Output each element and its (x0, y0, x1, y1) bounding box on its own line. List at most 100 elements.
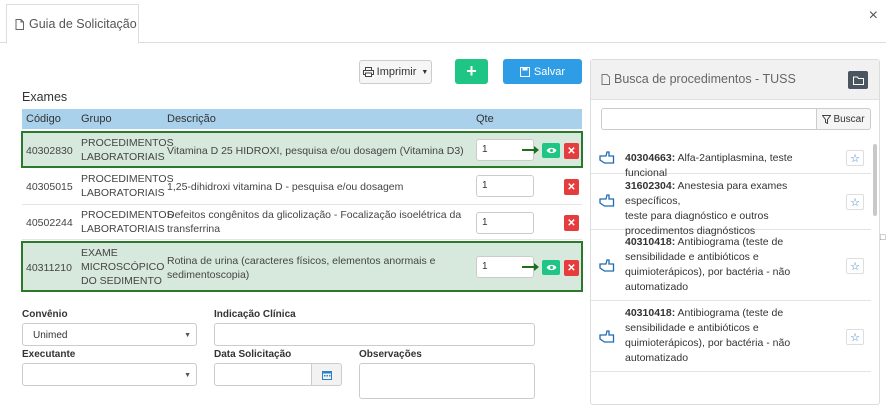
caret-down-icon: ▼ (184, 332, 191, 339)
data-solicitacao-input[interactable] (214, 363, 312, 386)
print-label: Imprimir (376, 66, 417, 78)
exam-description: 1,25-dihidroxi vitamina D - pesquisa e/o… (167, 181, 404, 193)
printer-icon (362, 67, 374, 77)
add-exam-button[interactable]: + (455, 59, 488, 84)
tab-guia-solicitacao[interactable]: Guia de Solicitação (6, 4, 139, 44)
eye-icon (546, 147, 556, 154)
qty-input[interactable]: 1 (476, 212, 534, 234)
arrow-right-icon (522, 146, 539, 154)
exam-group-line1: EXAME (81, 247, 118, 259)
panel-title-text: Busca de procedimentos - TUSS (614, 72, 796, 86)
convenio-select[interactable]: Unimed ▼ (22, 323, 197, 346)
procedure-search-input[interactable] (601, 108, 817, 130)
folder-button[interactable] (848, 71, 868, 89)
exam-group-line2: MICROSCÓPICO (81, 261, 165, 273)
exam-code: 40311210 (26, 262, 72, 274)
caret-down-icon: ▼ (184, 372, 191, 379)
result-item[interactable]: 40304663: Alfa-2antiplasmina, teste func… (591, 142, 871, 179)
exam-description: Vitamina D 25 HIDROXI, pesquisa e/ou dos… (167, 145, 464, 157)
col-group: Grupo (81, 113, 112, 125)
delete-button[interactable]: ✕ (564, 215, 579, 231)
exam-group-line1: PROCEDIMENTOS (81, 173, 174, 185)
panel-header: Busca de procedimentos - TUSS (591, 60, 879, 100)
executante-select[interactable]: ▼ (22, 363, 197, 386)
result-item[interactable]: 31602304: Anestesia para exames específi… (591, 174, 871, 237)
exams-table-header: Código Grupo Descrição Qte (22, 109, 582, 129)
executante-label: Executante (22, 349, 76, 360)
result-text: 40310418: Antibiograma (teste de sensibi… (625, 307, 791, 364)
procedure-search-panel: Busca de procedimentos - TUSS Buscar 403… (590, 59, 880, 405)
indicacao-label: Indicação Clínica (214, 309, 296, 320)
exams-section-title: Exames (22, 90, 68, 104)
exam-description-line1: Defeitos congênitos da glicolização - Fo… (167, 209, 462, 221)
tab-title: Guia de Solicitação (29, 17, 137, 31)
convenio-label: Convênio (22, 309, 68, 320)
arrow-right-icon (522, 263, 539, 271)
eye-icon (546, 264, 556, 271)
exam-row: 40502244 PROCEDIMENTOS LABORATORIAIS Def… (22, 206, 582, 240)
view-button[interactable] (542, 143, 560, 158)
exam-row: 40311210 EXAME MICROSCÓPICO DO SEDIMENTO… (21, 241, 583, 292)
folder-icon (852, 76, 864, 85)
exam-description-line2: sedimentoscopia) (167, 269, 250, 281)
convenio-value: Unimed (33, 330, 68, 341)
delete-button[interactable]: ✕ (564, 143, 579, 159)
favorite-button[interactable]: ☆ (846, 329, 864, 345)
floppy-icon (519, 66, 530, 77)
exam-description-line1: Rotina de urina (caracteres físicos, ele… (167, 255, 436, 267)
exam-group-line1: PROCEDIMENTOS (81, 209, 174, 221)
results-scrollbar[interactable] (873, 144, 877, 216)
exam-group-line3: DO SEDIMENTO (81, 275, 162, 287)
col-description: Descrição (167, 113, 216, 125)
panel-title: Busca de procedimentos - TUSS (601, 72, 796, 86)
save-label: Salvar (533, 65, 566, 78)
indicacao-clinica-input[interactable] (214, 323, 535, 346)
col-code: Código (26, 113, 61, 125)
favorite-button[interactable]: ☆ (846, 150, 864, 166)
col-qty: Qte (476, 113, 494, 125)
exam-code: 40305015 (26, 181, 73, 193)
observacoes-textarea[interactable] (359, 363, 535, 399)
delete-button[interactable]: ✕ (564, 179, 579, 195)
calendar-button[interactable] (311, 363, 342, 386)
procedure-results-list: 40304663: Alfa-2antiplasmina, teste func… (591, 142, 879, 404)
result-item[interactable]: 40310418: Antibiograma (teste de sensibi… (591, 230, 871, 301)
view-button[interactable] (542, 260, 560, 275)
document-icon (601, 73, 610, 85)
search-button-label: Buscar (833, 113, 865, 125)
result-text: 40310418: Antibiograma (teste de sensibi… (625, 236, 791, 293)
save-button[interactable]: Salvar (503, 59, 582, 84)
star-icon: ☆ (850, 152, 860, 165)
qty-input[interactable]: 1 (476, 175, 534, 197)
calendar-icon (321, 370, 332, 380)
close-icon: ✕ (567, 181, 576, 193)
close-icon[interactable]: × (869, 7, 878, 25)
delete-button[interactable]: ✕ (564, 260, 579, 276)
print-button[interactable]: Imprimir ▼ (359, 60, 432, 84)
hand-pointer-icon (599, 194, 615, 207)
hand-pointer-icon (599, 259, 615, 272)
exam-group-line2: LABORATORIAIS (81, 223, 165, 235)
close-icon: ✕ (567, 217, 576, 229)
hand-pointer-icon (599, 330, 615, 343)
close-icon: ✕ (567, 262, 576, 274)
exam-group-line2: LABORATORIAIS (81, 151, 165, 163)
caret-down-icon: ▼ (421, 68, 429, 76)
exam-code: 40302830 (26, 145, 73, 157)
favorite-button[interactable]: ☆ (846, 258, 864, 274)
observacoes-label: Observações (359, 349, 422, 360)
resize-handle[interactable]: □ (880, 232, 885, 242)
exam-description-line2: transferrina (167, 223, 221, 235)
exam-code: 40502244 (26, 217, 73, 229)
exam-row: 40305015 PROCEDIMENTOS LABORATORIAIS 1,2… (22, 170, 582, 205)
result-item[interactable]: 40310418: Antibiograma (teste de sensibi… (591, 301, 871, 372)
exam-row: 40302830 PROCEDIMENTOS LABORATORIAIS Vit… (21, 131, 583, 168)
exam-group-line2: LABORATORIAIS (81, 187, 165, 199)
filter-icon (822, 114, 832, 124)
data-solicitacao-label: Data Solicitação (214, 349, 292, 360)
favorite-button[interactable]: ☆ (846, 194, 864, 210)
search-button[interactable]: Buscar (816, 108, 871, 130)
hand-pointer-icon (599, 151, 615, 164)
exam-group-line1: PROCEDIMENTOS (81, 137, 174, 149)
document-icon (15, 18, 24, 30)
